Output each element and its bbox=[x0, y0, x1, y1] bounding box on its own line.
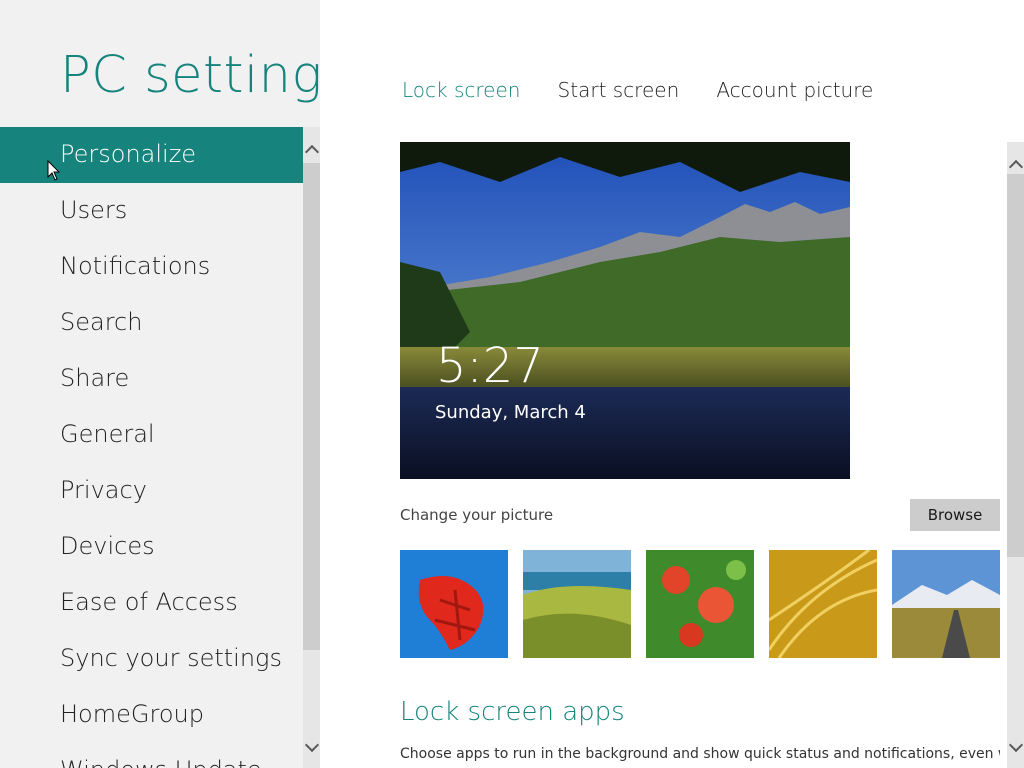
nav-item-ease-of-access[interactable]: Ease of Access bbox=[0, 575, 303, 631]
nav-list: Personalize Users Notifications Search S… bbox=[0, 127, 303, 768]
nav-item-notifications[interactable]: Notifications bbox=[0, 239, 303, 295]
change-picture-label: Change your picture bbox=[400, 506, 554, 524]
nav-scrollbar[interactable] bbox=[303, 127, 320, 768]
content-scroll-thumb[interactable] bbox=[1007, 174, 1024, 557]
navigation-pane: PC settings Personalize Users Notificati… bbox=[0, 0, 320, 768]
lock-screen-apps-heading: Lock screen apps bbox=[400, 697, 625, 727]
tab-account-picture[interactable]: Account picture bbox=[716, 78, 873, 102]
nav-scroll-down-button[interactable] bbox=[303, 737, 320, 755]
mouse-cursor-icon bbox=[47, 160, 61, 181]
content-scroll-up-button[interactable] bbox=[1007, 156, 1024, 175]
nav-item-devices[interactable]: Devices bbox=[0, 519, 303, 575]
chevron-up-icon bbox=[1008, 159, 1023, 175]
nav-item-users[interactable]: Users bbox=[0, 183, 303, 239]
content-scroll-down-button[interactable] bbox=[1007, 737, 1024, 755]
nav-item-privacy[interactable]: Privacy bbox=[0, 463, 303, 519]
tab-lock-screen[interactable]: Lock screen bbox=[402, 78, 520, 102]
nav-item-search[interactable]: Search bbox=[0, 295, 303, 351]
lock-screen-date: Sunday, March 4 bbox=[435, 402, 586, 423]
content-scrollbar[interactable] bbox=[1007, 142, 1024, 768]
nav-item-homegroup[interactable]: HomeGroup bbox=[0, 687, 303, 743]
nav-item-sync-your-settings[interactable]: Sync your settings bbox=[0, 631, 303, 687]
picture-thumbnail-road[interactable] bbox=[892, 550, 1000, 658]
lock-screen-apps-description: Choose apps to run in the background and… bbox=[400, 746, 1000, 762]
nav-scroll-thumb[interactable] bbox=[303, 163, 320, 650]
lock-screen-preview-image bbox=[400, 142, 850, 479]
nav-item-windows-update[interactable]: Windows Update bbox=[0, 743, 303, 768]
nav-item-personalize[interactable]: Personalize bbox=[0, 127, 303, 183]
nav-item-share[interactable]: Share bbox=[0, 351, 303, 407]
tab-start-screen[interactable]: Start screen bbox=[558, 78, 680, 102]
app-title: PC settings bbox=[60, 46, 320, 105]
picture-thumbnail-grass[interactable] bbox=[769, 550, 877, 658]
browse-button[interactable]: Browse bbox=[910, 499, 1000, 531]
chevron-down-icon bbox=[304, 737, 319, 753]
personalize-tabs: Lock screen Start screen Account picture bbox=[402, 78, 905, 102]
chevron-up-icon bbox=[304, 144, 319, 160]
lock-screen-preview: 5:27 Sunday, March 4 bbox=[400, 142, 850, 479]
picture-thumbnail-coral[interactable] bbox=[400, 550, 508, 658]
chevron-down-icon bbox=[1008, 737, 1023, 753]
lock-screen-time: 5:27 bbox=[436, 338, 544, 394]
nav-item-general[interactable]: General bbox=[0, 407, 303, 463]
picture-thumbnail-hills[interactable] bbox=[523, 550, 631, 658]
picture-thumbnail-flowers[interactable] bbox=[646, 550, 754, 658]
nav-scroll-up-button[interactable] bbox=[303, 141, 320, 160]
